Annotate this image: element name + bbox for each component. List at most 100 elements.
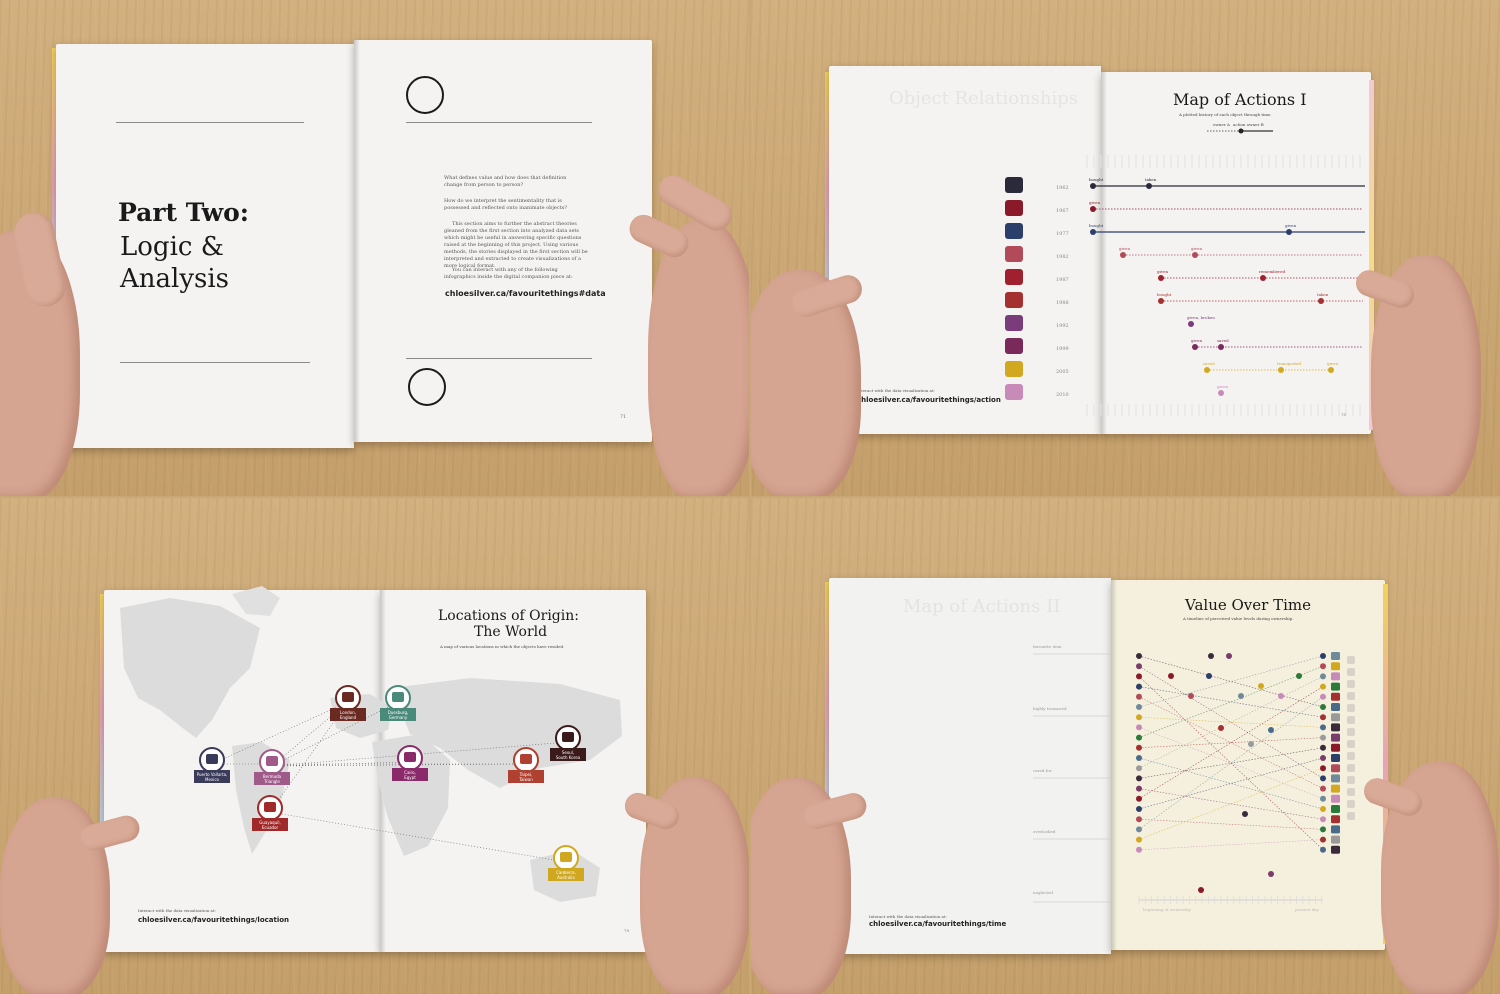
object-icon [1347, 788, 1355, 796]
object-icon [1347, 668, 1355, 676]
object-icon [1331, 743, 1340, 752]
event-point [1146, 183, 1152, 189]
value-path [1138, 696, 1324, 789]
start-point [1136, 724, 1142, 731]
start-point [1136, 826, 1142, 833]
object-icon [392, 692, 404, 702]
pin-label: Ecuador [262, 825, 279, 830]
circle-ornament-top [406, 76, 444, 114]
end-point [1320, 673, 1326, 680]
object-icon [1331, 815, 1340, 824]
event-label: transported [1277, 361, 1301, 366]
object-icon [1347, 752, 1355, 760]
object-icon [1331, 794, 1340, 803]
object-icon [342, 692, 354, 702]
pin-label: England [340, 715, 357, 720]
end-point [1320, 693, 1326, 700]
event-point [1278, 367, 1284, 373]
object-icon [1005, 338, 1023, 354]
event-point [1120, 252, 1126, 258]
start-point [1136, 836, 1142, 843]
value-path [1138, 839, 1324, 851]
event-point [1318, 298, 1324, 304]
spread-part-two: Part Two: Logic & Analysis What defines … [0, 0, 749, 496]
object-icon [1331, 784, 1340, 793]
right-hand [648, 220, 749, 496]
end-point [1320, 775, 1326, 782]
event-label: given [1217, 384, 1228, 389]
event-label: given, broken [1187, 315, 1215, 320]
start-point [1136, 653, 1142, 659]
right-page: What defines value and how does that def… [354, 40, 652, 442]
year-label: 1962 [1056, 185, 1069, 191]
object-icon [1347, 656, 1355, 664]
end-point [1320, 806, 1326, 812]
value-point [1198, 887, 1204, 893]
event-label: taken [1317, 292, 1329, 297]
value-point [1296, 673, 1302, 679]
paragraph-4: You can interact with any of the followi… [444, 267, 573, 280]
start-point [1136, 785, 1142, 792]
pin-label: Germany [389, 715, 408, 720]
spread-locations-of-origin: Interact with the data visualization at:… [0, 498, 749, 994]
top-rule [406, 122, 592, 123]
event-point [1218, 344, 1224, 350]
end-point [1320, 683, 1326, 690]
event-label: given [1191, 338, 1202, 343]
object-icon [1347, 680, 1355, 688]
year-label: 1987 [1056, 277, 1069, 283]
end-point [1320, 826, 1326, 833]
pin-label: Australia [557, 875, 575, 880]
start-point [1136, 765, 1142, 772]
object-icon [1331, 825, 1340, 834]
start-point [1136, 673, 1142, 680]
heading-line2: Logic & [120, 232, 224, 262]
value-point [1248, 741, 1254, 747]
landmass-greenland [232, 586, 280, 616]
value-path [1138, 818, 1324, 830]
object-icon [1331, 682, 1340, 691]
event-label: remembered [1259, 269, 1285, 274]
event-point [1260, 275, 1266, 281]
bottom-rule [406, 358, 592, 359]
value-point [1268, 871, 1274, 877]
event-point [1090, 206, 1096, 212]
year-label: 1977 [1056, 231, 1069, 237]
event-point [1192, 252, 1198, 258]
object-icon [1005, 315, 1023, 331]
end-point [1320, 663, 1326, 670]
value-path [1138, 788, 1324, 820]
object-icon [1005, 384, 1023, 400]
start-point [1136, 734, 1142, 741]
event-label: bought [1157, 292, 1172, 297]
object-icon [1331, 805, 1340, 813]
object-icon [264, 802, 276, 812]
object-icon [1331, 703, 1340, 711]
object-icon [1331, 672, 1340, 681]
page-number: 71 [620, 414, 627, 420]
year-label: 1982 [1056, 254, 1069, 260]
event-point [1204, 367, 1210, 373]
object-icon [520, 754, 532, 764]
end-point [1320, 734, 1326, 741]
end-point [1320, 724, 1326, 731]
heading-bold: Part Two: [118, 198, 250, 227]
pin-label: Taiwan [518, 777, 533, 782]
object-icon [560, 852, 572, 862]
value-path [1138, 686, 1324, 718]
object-icon [1331, 774, 1340, 783]
object-icon [562, 732, 574, 742]
event-point [1090, 229, 1096, 235]
legend-dot [1238, 128, 1244, 134]
end-point [1320, 714, 1326, 721]
value-point [1206, 673, 1212, 679]
start-point [1136, 755, 1142, 761]
data-url: chloesilver.ca/favouritethings#data [445, 289, 606, 298]
event-point [1192, 344, 1198, 350]
value-point [1218, 725, 1224, 731]
end-point [1320, 765, 1326, 772]
object-icon [1331, 652, 1340, 660]
pin-label: Egypt [404, 775, 416, 780]
object-icon [1347, 704, 1355, 712]
object-icon [1005, 269, 1023, 285]
